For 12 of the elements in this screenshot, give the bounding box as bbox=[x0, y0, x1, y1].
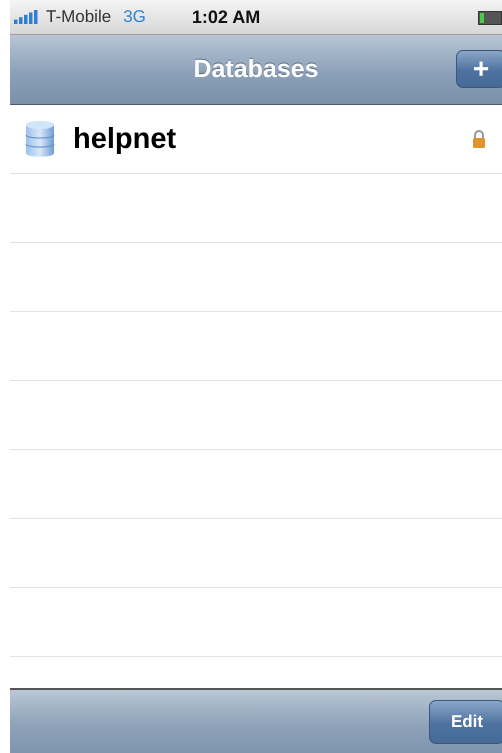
clock-time: 1:02 AM bbox=[192, 6, 260, 28]
lock-icon bbox=[472, 130, 486, 148]
edit-button[interactable]: Edit bbox=[429, 700, 502, 744]
network-type: 3G bbox=[123, 7, 146, 27]
add-button[interactable]: + bbox=[456, 50, 502, 88]
database-row[interactable]: helpnet bbox=[10, 105, 502, 174]
battery-icon bbox=[478, 11, 502, 25]
database-name: helpnet bbox=[73, 122, 178, 156]
carrier-name: T-Mobile bbox=[46, 7, 112, 27]
screen-title: Databases bbox=[193, 55, 319, 84]
signal-icon bbox=[14, 10, 40, 24]
database-icon bbox=[25, 120, 55, 158]
